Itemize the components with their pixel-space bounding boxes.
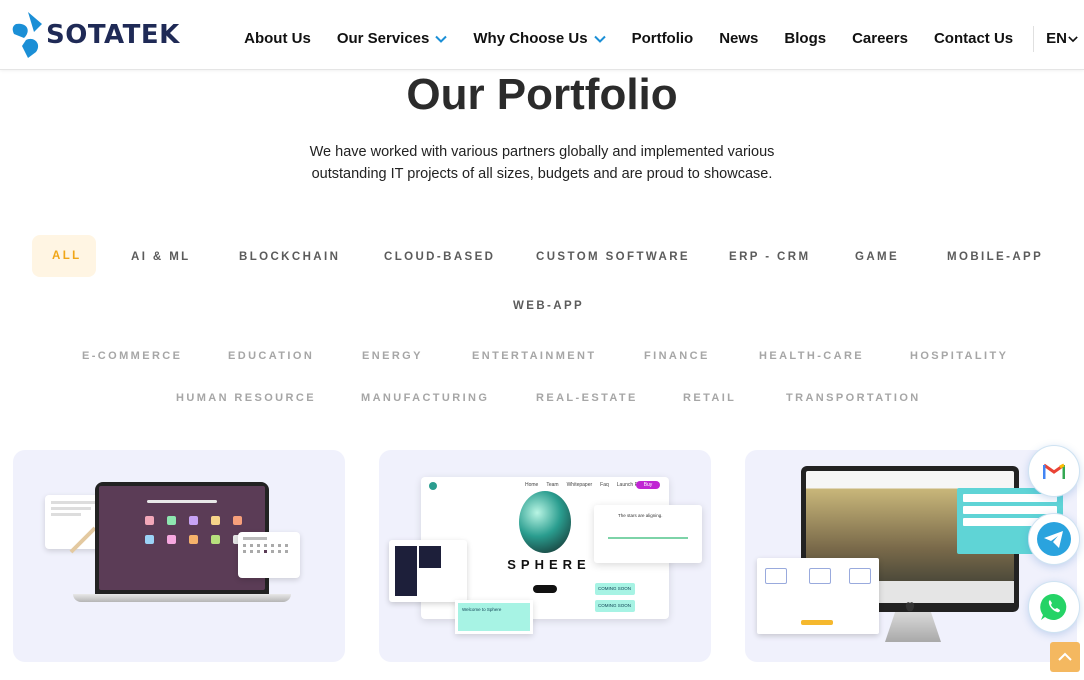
nav-divider: [1033, 26, 1035, 52]
filter-entertainment[interactable]: ENTERTAINMENT: [472, 349, 597, 363]
services-panel-mockup: [757, 558, 879, 634]
nft-panel-mockup: [389, 540, 467, 602]
gmail-icon: [1043, 463, 1065, 479]
sphere-menu-home: Home: [525, 482, 539, 488]
stars-panel-mockup: The stars are aligning.: [594, 505, 702, 563]
nav-why-choose-us-label: Why Choose Us: [473, 30, 588, 47]
nav-why-choose-us[interactable]: Why Choose Us: [473, 30, 606, 48]
coming-soon-badge-2: COMING SOON: [595, 600, 635, 612]
apple-icon: [905, 602, 915, 612]
welcome-text: Welcome to Sphere: [462, 607, 502, 612]
imac-stand: [885, 612, 941, 642]
chevron-up-icon: [1058, 652, 1072, 661]
filter-education[interactable]: EDUCATION: [228, 349, 314, 363]
filter-finance[interactable]: FINANCE: [644, 349, 710, 363]
portfolio-card-sphere[interactable]: Home Team Whitepaper Faq Launch Project …: [379, 450, 711, 662]
portfolio-card-healthcare[interactable]: [745, 450, 1077, 662]
welcome-panel-mockup: Welcome to Sphere: [455, 600, 533, 634]
page-title: Our Portfolio: [406, 70, 678, 119]
filter-cloud-based[interactable]: CLOUD-BASED: [384, 250, 495, 264]
nav-our-services[interactable]: Our Services: [337, 30, 448, 48]
nav-contact-us[interactable]: Contact Us: [934, 30, 1013, 48]
stars-text: The stars are aligning.: [618, 513, 663, 518]
filter-mobile-app[interactable]: MOBILE-APP: [947, 250, 1043, 264]
filter-manufacturing[interactable]: MANUFACTURING: [361, 391, 489, 405]
sphere-brand: SPHERE: [507, 557, 591, 572]
nav-our-services-label: Our Services: [336, 30, 430, 47]
sotatek-logo[interactable]: SOTATEK: [12, 12, 180, 58]
filter-web-app[interactable]: WEB-APP: [513, 299, 584, 313]
whatsapp-button[interactable]: [1028, 581, 1080, 633]
sphere-menu: Home Team Whitepaper Faq Launch Project: [525, 482, 650, 488]
nav-about-us[interactable]: About Us: [244, 30, 311, 48]
filter-blockchain[interactable]: BLOCKCHAIN: [239, 250, 340, 264]
language-selector[interactable]: EN: [1046, 30, 1078, 48]
nav-careers[interactable]: Careers: [852, 30, 908, 48]
filter-real-estate[interactable]: REAL-ESTATE: [536, 391, 638, 405]
language-label: EN: [1046, 30, 1067, 47]
telegram-button[interactable]: [1028, 513, 1080, 565]
filter-erp-crm[interactable]: ERP - CRM: [729, 250, 810, 264]
laptop-base: [73, 594, 291, 602]
back-to-top-button[interactable]: [1050, 642, 1080, 672]
telegram-icon: [1037, 522, 1071, 556]
chevron-down-icon: [1068, 36, 1078, 43]
filter-retail[interactable]: RETAIL: [683, 391, 736, 405]
filter-energy[interactable]: ENERGY: [362, 349, 423, 363]
sphere-orb: [519, 491, 571, 553]
chevron-down-icon: [593, 35, 606, 43]
logo-text: SOTATEK: [46, 20, 180, 50]
chevron-down-icon: [435, 35, 448, 43]
sphere-menu-team: Team: [546, 482, 559, 488]
nav-portfolio[interactable]: Portfolio: [632, 30, 694, 48]
sphere-cta: Buy: [636, 481, 660, 489]
filter-e-commerce[interactable]: E-COMMERCE: [82, 349, 182, 363]
portfolio-description: We have worked with various partners glo…: [309, 144, 775, 182]
filter-ai-ml[interactable]: AI & ML: [131, 250, 191, 264]
filter-transportation[interactable]: TRANSPORTATION: [786, 391, 921, 405]
filter-health-care[interactable]: HEALTH-CARE: [759, 349, 864, 363]
coming-soon-badge: COMING SOON: [595, 583, 635, 595]
filter-hospitality[interactable]: HOSPITALITY: [910, 349, 1008, 363]
filter-all[interactable]: ALL: [32, 235, 96, 277]
portfolio-card-laptop-app[interactable]: [13, 450, 345, 662]
nav-news[interactable]: News: [719, 30, 758, 48]
sphere-menu-whitepaper: Whitepaper: [566, 482, 593, 488]
sphere-menu-faq: Faq: [600, 482, 609, 488]
whatsapp-icon: [1040, 593, 1067, 620]
filter-game[interactable]: GAME: [855, 250, 899, 264]
main-nav: About Us Our Services Why Choose Us Port…: [218, 26, 1078, 52]
calendar-mockup: [238, 532, 300, 578]
filter-custom-software[interactable]: CUSTOM SOFTWARE: [536, 250, 690, 264]
site-header: SOTATEK About Us Our Services Why Choose…: [0, 0, 1084, 70]
gmail-button[interactable]: [1028, 445, 1080, 497]
filter-human-resource[interactable]: HUMAN RESOURCE: [176, 391, 316, 405]
sotatek-logo-icon: [12, 12, 42, 58]
nav-blogs[interactable]: Blogs: [784, 30, 826, 48]
